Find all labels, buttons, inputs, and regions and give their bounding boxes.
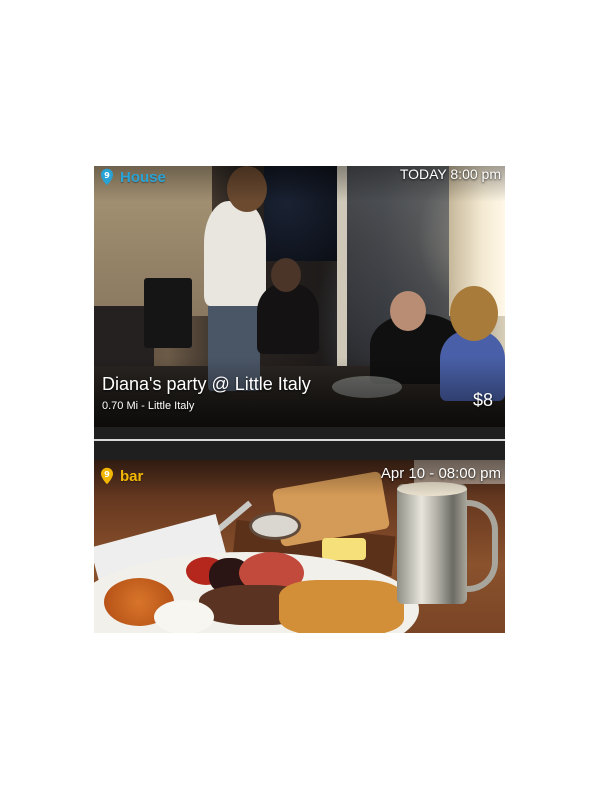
photo-detail — [279, 580, 404, 633]
photo-detail — [204, 201, 266, 306]
event-category: 9 House — [98, 168, 166, 186]
photo-detail — [257, 284, 319, 354]
event-category: 9 bar — [98, 467, 143, 485]
card-divider — [94, 439, 505, 441]
event-category-label: bar — [120, 467, 144, 485]
map-pin-icon: 9 — [101, 467, 113, 485]
svg-text:9: 9 — [104, 170, 110, 180]
svg-text:9: 9 — [104, 469, 110, 479]
photo-detail — [390, 291, 426, 331]
photo-detail — [322, 538, 366, 560]
event-feed: 9 House TODAY 8:00 pm Diana's party @ Li… — [94, 166, 505, 633]
event-location: 0.70 Mi - Little Italy — [102, 400, 195, 412]
photo-detail — [249, 512, 301, 540]
event-card[interactable]: 9 bar Apr 10 - 08:00 pm — [94, 460, 505, 633]
photo-detail — [271, 258, 301, 292]
photo-detail — [462, 500, 498, 592]
event-datetime: TODAY 8:00 pm — [399, 166, 501, 182]
event-card[interactable]: 9 House TODAY 8:00 pm Diana's party @ Li… — [94, 166, 505, 427]
event-category-label: House — [120, 168, 166, 186]
event-price: $8 — [472, 390, 493, 410]
photo-detail — [144, 278, 192, 348]
map-pin-icon: 9 — [101, 168, 113, 186]
photo-detail — [397, 484, 467, 604]
photo-detail — [154, 600, 214, 633]
event-datetime: Apr 10 - 08:00 pm — [380, 465, 501, 482]
event-title[interactable]: Diana's party @ Little Italy — [102, 374, 311, 395]
photo-detail — [450, 286, 498, 341]
